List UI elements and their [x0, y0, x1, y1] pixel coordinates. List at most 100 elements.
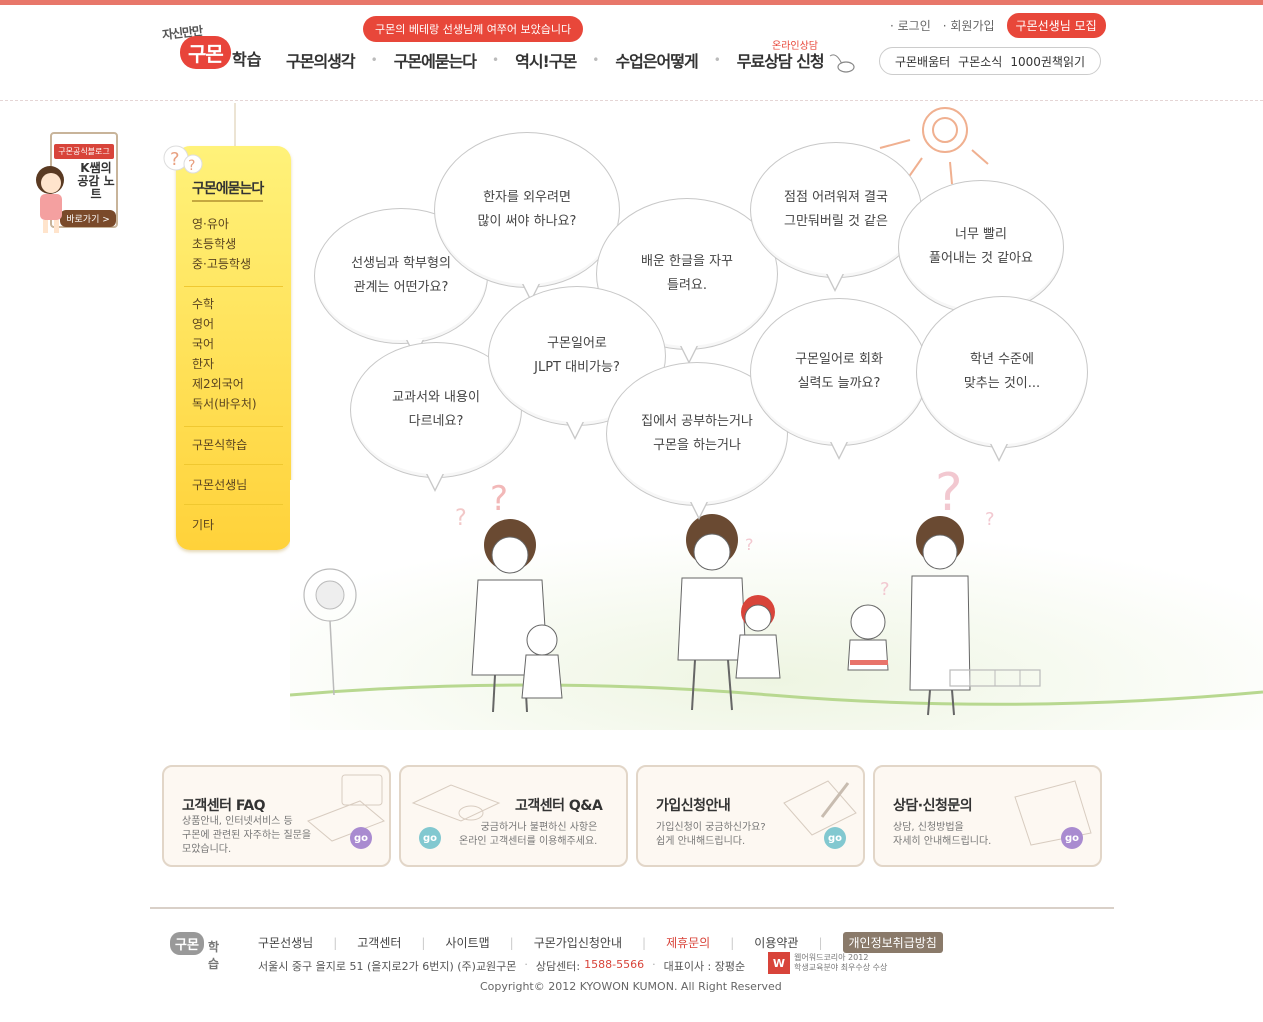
svg-text:?: ?	[745, 535, 754, 554]
online-consult-tag: 온라인상담	[772, 41, 818, 52]
side-item-etc[interactable]: 기타	[192, 516, 214, 533]
bubble-text: 너무 빨리 풀어내는 것 같아요	[929, 227, 1033, 266]
nav-separator: •	[492, 53, 500, 67]
footer-link-teacher[interactable]: 구몬선생님	[258, 934, 313, 951]
footer-nav: 구몬선생님 | 고객센터 | 사이트맵 | 구몬가입신청안내 | 제휴문의 | …	[258, 932, 943, 953]
side-item-korean[interactable]: 국어	[192, 334, 257, 354]
nav-separator: •	[713, 53, 721, 67]
faq-box[interactable]: 고객센터 FAQ 상품안내, 인터넷서비스 등 구몬에 관련된 자주하는 질문을…	[162, 765, 391, 867]
footer-separator: |	[509, 935, 514, 950]
side-group-subject: 수학 영어 국어 한자 제2외국어 독서(바우처)	[192, 294, 257, 414]
footer-divider	[150, 907, 1114, 909]
footer-link-privacy[interactable]: 개인정보취급방침	[842, 932, 943, 953]
qna-title: 고객센터 Q&A	[515, 798, 603, 814]
join-guide-desc: 가입신청이 궁금하신가요? 쉽게 안내해드립니다.	[656, 822, 766, 847]
nav-item-class[interactable]: 수업은어떻게	[615, 48, 698, 72]
footer-logo-sub: 학습	[208, 940, 220, 971]
qna-go-button[interactable]: go	[419, 827, 441, 849]
main-nav: 구몬의생각 • 구몬에묻는다 • 역시!구몬 • 수업은어떻게 • 무료상담 신…	[286, 48, 825, 72]
footer-link-terms[interactable]: 이용약관	[754, 934, 798, 951]
question-bubble[interactable]: 점점 어려워져 결국 그만둬버릴 것 같은	[750, 142, 922, 278]
recruit-teacher-button[interactable]: 구몬선생님 모집	[1006, 13, 1106, 38]
sub-link-reading[interactable]: 1000권책읽기	[1010, 53, 1085, 70]
side-item-teacher[interactable]: 구몬선생님	[192, 476, 247, 493]
nav-item-ask[interactable]: 구몬에묻는다	[394, 48, 477, 72]
svg-text:?: ?	[935, 463, 963, 523]
qna-box[interactable]: 고객센터 Q&A 궁금하거나 불편하신 사항은 온라인 고객센터를 이용해주세요…	[399, 765, 628, 867]
mouse-icon	[829, 54, 855, 73]
side-item-method[interactable]: 구몬식학습	[192, 436, 247, 453]
side-divider	[184, 464, 283, 465]
bubble-text: 구몬일어로 JLPT 대비가능?	[534, 336, 620, 375]
nav-item-indeed[interactable]: 역시!구몬	[515, 48, 577, 72]
bubble-tail	[426, 473, 444, 492]
question-bubble[interactable]: 구몬일어로 회화 실력도 늘까요?	[750, 298, 928, 446]
footer-separator: |	[642, 935, 647, 950]
consult-inquiry-box[interactable]: 상담·신청문의 상담, 신청방법을 자세히 안내해드립니다. go	[873, 765, 1102, 867]
blog-title: K쌤의 공감 노트	[77, 161, 115, 201]
bubble-text: 집에서 공부하는거나 구몬을 하는거나	[641, 414, 753, 453]
footer-link-join-guide[interactable]: 구몬가입신청안내	[534, 934, 622, 951]
question-bubble[interactable]: 한자를 외우려면 많이 써야 하나요?	[434, 132, 620, 288]
award-text: 웹어워드코리아 2012 학생교육분야 최우수상 수상	[794, 953, 888, 972]
footer-logo[interactable]: 구몬 학습	[170, 932, 230, 971]
faq-title: 고객센터 FAQ	[182, 798, 266, 814]
footer-dot: ·	[652, 958, 656, 971]
side-item-reading[interactable]: 독서(바우처)	[192, 394, 257, 414]
side-item-english[interactable]: 영어	[192, 314, 257, 334]
sub-links: 구몬배움터 구몬소식 1000권책읽기	[879, 47, 1101, 75]
bubble-text: 점점 어려워져 결국 그만둬버릴 것 같은	[784, 190, 888, 229]
bubble-tail	[990, 443, 1008, 462]
footer-ceo: 대표이사 : 장평순	[663, 960, 746, 973]
side-divider	[184, 504, 283, 505]
kumon-logo[interactable]: 자신만만 구몬 학습	[160, 20, 270, 76]
nav-banner: 구몬의 베테랑 선생님께 여쭈어 보았습니다	[363, 16, 584, 42]
bubble-tail	[826, 273, 844, 292]
side-item-second-language[interactable]: 제2외국어	[192, 374, 257, 394]
bubble-tail	[830, 441, 848, 460]
login-link[interactable]: · 로그인	[890, 17, 931, 34]
footer-link-partnership[interactable]: 제휴문의	[666, 934, 710, 951]
bubble-text: 배운 한글을 자꾸 틀려요.	[641, 254, 733, 293]
join-link[interactable]: · 회원가입	[943, 17, 995, 34]
consult-inquiry-go-button[interactable]: go	[1061, 827, 1083, 849]
bubble-text: 교과서와 내용이 다르네요?	[392, 390, 480, 429]
footer-separator: |	[333, 935, 338, 950]
svg-text:?: ?	[170, 149, 180, 170]
footer-center-label: 상담센터:	[535, 960, 581, 973]
consult-inquiry-title: 상담·신청문의	[893, 798, 973, 814]
sub-link-learning[interactable]: 구몬배움터	[895, 53, 950, 70]
svg-text:?: ?	[188, 158, 195, 174]
join-guide-go-button[interactable]: go	[824, 827, 846, 849]
copyright: Copyright© 2012 KYOWON KUMON. All Right …	[480, 980, 782, 993]
side-group-age: 영·유아 초등학생 중·고등학생	[192, 214, 251, 274]
question-bubble[interactable]: 학년 수준에 맞추는 것이...	[916, 296, 1088, 448]
blog-badge[interactable]: 구몬공식블로그 K쌤의 공감 노트 바로가기 >	[30, 132, 120, 237]
bubble-text: 선생님과 학부형의 관계는 어떤가요?	[351, 256, 451, 295]
bubble-text: 구몬일어로 회화 실력도 늘까요?	[795, 352, 883, 391]
footer-separator: |	[730, 935, 735, 950]
side-menu: 구몬에묻는다 영·유아 초등학생 중·고등학생 수학 영어 국어 한자 제2외국…	[176, 146, 291, 550]
sub-link-news[interactable]: 구몬소식	[958, 53, 1002, 70]
footer-link-customer-center[interactable]: 고객센터	[357, 934, 401, 951]
faq-go-button[interactable]: go	[350, 827, 372, 849]
side-item-hanja[interactable]: 한자	[192, 354, 257, 374]
util-links: · 로그인 · 회원가입 구몬선생님 모집	[890, 13, 1106, 38]
footer-dot: ·	[524, 958, 528, 971]
side-item-middle-high[interactable]: 중·고등학생	[192, 254, 251, 274]
side-divider	[184, 426, 283, 427]
nav-item-thinking[interactable]: 구몬의생각	[286, 48, 356, 72]
join-guide-box[interactable]: 가입신청안내 가입신청이 궁금하신가요? 쉽게 안내해드립니다. go	[636, 765, 865, 867]
svg-text:?: ?	[985, 509, 995, 530]
footer-link-sitemap[interactable]: 사이트맵	[445, 934, 489, 951]
side-item-math[interactable]: 수학	[192, 294, 257, 314]
side-item-elementary[interactable]: 초등학생	[192, 234, 251, 254]
girl-illustration	[36, 166, 64, 233]
footer-logo-main: 구몬	[170, 932, 204, 955]
faq-desc: 상품안내, 인터넷서비스 등 구몬에 관련된 자주하는 질문을 모았습니다.	[182, 816, 312, 855]
footer-separator: |	[818, 935, 823, 950]
join-guide-title: 가입신청안내	[656, 798, 731, 814]
side-item-infant[interactable]: 영·유아	[192, 214, 251, 234]
question-bubble[interactable]: 너무 빨리 풀어내는 것 같아요	[898, 180, 1064, 314]
side-menu-title: 구몬에묻는다	[192, 178, 264, 202]
